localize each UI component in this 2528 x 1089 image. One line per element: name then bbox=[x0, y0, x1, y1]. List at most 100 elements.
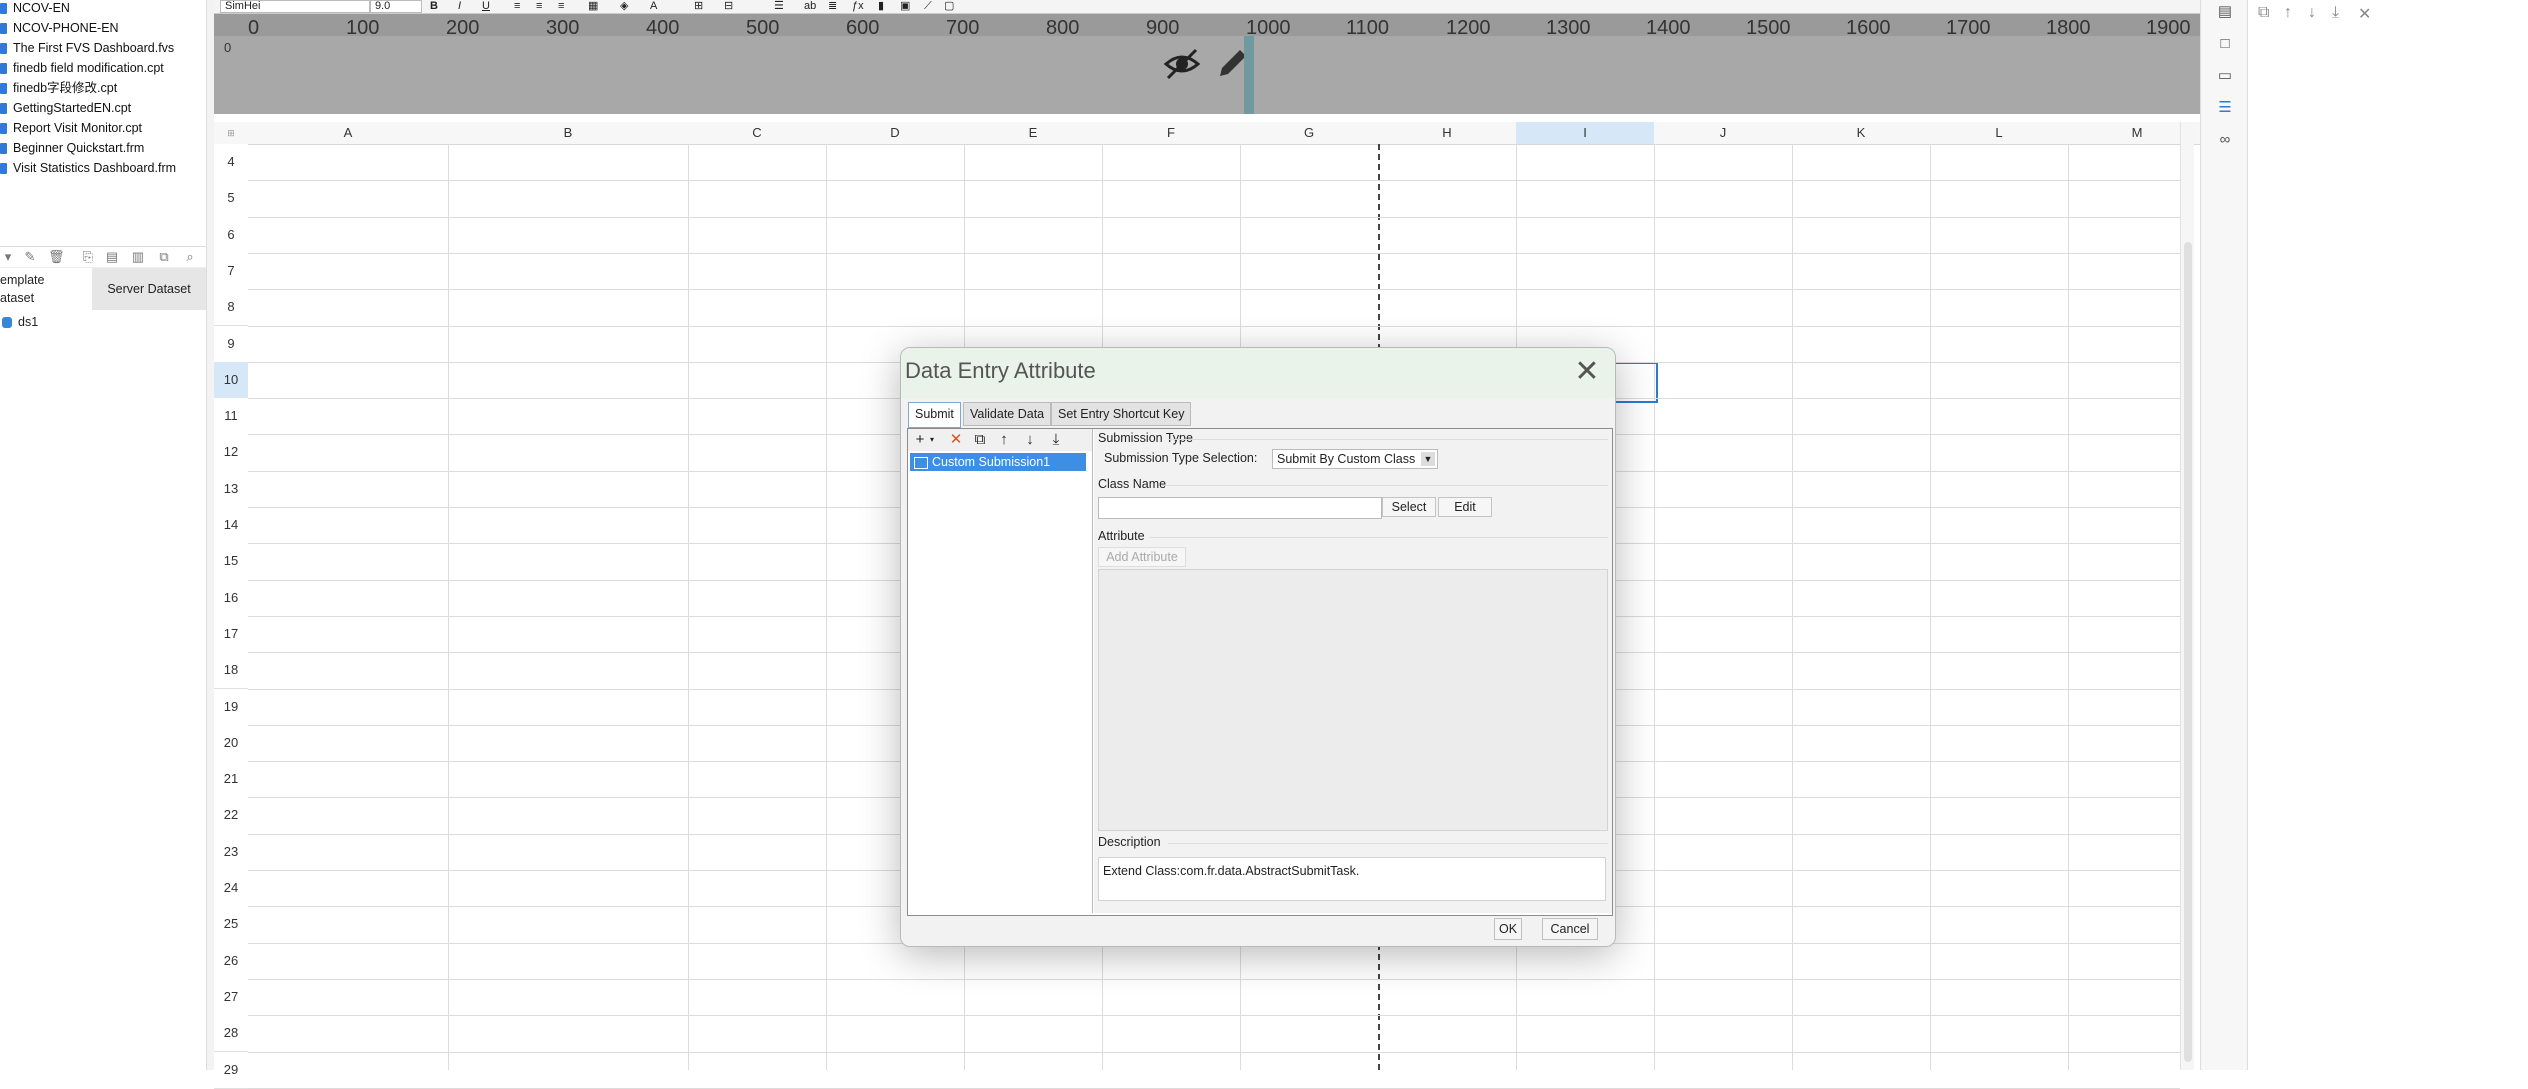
align-center-icon[interactable]: ≡ bbox=[536, 0, 542, 13]
font-color-icon[interactable]: A bbox=[650, 0, 657, 13]
row-header[interactable]: 6 bbox=[214, 216, 248, 254]
move-bottom-icon[interactable]: ⤓ bbox=[1046, 431, 1066, 449]
column-header[interactable]: E bbox=[964, 122, 1103, 145]
align-left-icon[interactable]: ≡ bbox=[514, 0, 520, 13]
delete-icon[interactable]: ✕ bbox=[946, 431, 966, 449]
arrow-down-icon[interactable]: ↓ bbox=[1020, 431, 1040, 449]
align-right-icon[interactable]: ≡ bbox=[558, 0, 564, 13]
formula-icon[interactable]: ƒx bbox=[852, 0, 864, 13]
arrow-up-icon[interactable]: ↑ bbox=[994, 431, 1014, 449]
submission-list-item[interactable]: Custom Submission1 bbox=[910, 453, 1086, 471]
row-header[interactable]: 18 bbox=[214, 652, 248, 690]
hyperlink-icon[interactable]: ∞ bbox=[2215, 130, 2235, 150]
tab-server-dataset[interactable]: Server Dataset bbox=[92, 268, 206, 310]
select-all-corner[interactable]: ⊞ bbox=[214, 122, 249, 145]
dropdown-arrow-icon[interactable]: ▾ bbox=[0, 249, 16, 265]
tab-template-dataset[interactable]: emplate ataset bbox=[0, 268, 92, 313]
cell-element-icon[interactable]: □ bbox=[2215, 34, 2235, 54]
row-header[interactable]: 16 bbox=[214, 579, 248, 617]
row-header[interactable]: 20 bbox=[214, 724, 248, 763]
text-icon[interactable]: ab bbox=[804, 0, 816, 13]
column-header[interactable]: C bbox=[688, 122, 827, 145]
trash-icon[interactable]: 🗑 bbox=[48, 249, 65, 265]
bold-button[interactable]: B bbox=[430, 0, 438, 13]
row-header[interactable]: 10 bbox=[214, 361, 248, 400]
vertical-scrollbar[interactable] bbox=[2180, 122, 2194, 1070]
column-header[interactable]: B bbox=[448, 122, 689, 145]
class-name-input[interactable] bbox=[1098, 497, 1382, 519]
column-header[interactable]: G bbox=[1240, 122, 1379, 145]
copy-icon[interactable]: ⧉ bbox=[2258, 4, 2269, 22]
file-tree-item[interactable]: finedb field modification.cpt bbox=[0, 58, 164, 78]
file-tree-item[interactable]: GettingStartedEN.cpt bbox=[0, 98, 131, 118]
tab-validate-data[interactable]: Validate Data bbox=[963, 402, 1052, 426]
merge-cell-icon[interactable]: ⊞ bbox=[694, 0, 703, 13]
row-header[interactable]: 21 bbox=[214, 761, 248, 799]
submission-type-select[interactable]: Submit By Custom Class ▼ bbox=[1272, 449, 1438, 469]
font-family-select[interactable]: SimHei bbox=[220, 0, 370, 13]
row-header[interactable]: 7 bbox=[214, 252, 248, 291]
column-header[interactable]: I bbox=[1516, 122, 1655, 145]
preview-icon[interactable]: ⎘ bbox=[80, 249, 96, 265]
row-header[interactable]: 12 bbox=[214, 434, 248, 472]
row-header[interactable]: 26 bbox=[214, 942, 248, 980]
column-header[interactable]: D bbox=[826, 122, 965, 145]
ok-button[interactable]: OK bbox=[1494, 918, 1522, 940]
scrollbar-thumb[interactable] bbox=[2184, 242, 2192, 1062]
border-icon[interactable]: ▦ bbox=[588, 0, 598, 13]
underline-button[interactable]: U bbox=[482, 0, 490, 13]
cancel-button[interactable]: Cancel bbox=[1542, 918, 1598, 940]
edit-button[interactable]: Edit bbox=[1438, 497, 1492, 517]
insert-row-icon[interactable]: ☰ bbox=[774, 0, 784, 13]
subreport-icon[interactable]: ▢ bbox=[944, 0, 954, 13]
arrow-down-icon[interactable]: ↓ bbox=[2308, 4, 2316, 22]
dialog-title-bar[interactable]: Data Entry Attribute ✕ bbox=[901, 348, 1615, 398]
rich-text-icon[interactable]: ≣ bbox=[828, 0, 837, 13]
column-header[interactable]: K bbox=[1792, 122, 1931, 145]
file-tree-item[interactable]: Visit Statistics Dashboard.frm bbox=[0, 158, 176, 178]
copy-icon[interactable]: ⧉ bbox=[156, 249, 172, 265]
row-header[interactable]: 13 bbox=[214, 470, 248, 508]
eye-off-icon[interactable] bbox=[1162, 44, 1202, 84]
column-header[interactable]: F bbox=[1102, 122, 1241, 145]
row-header[interactable]: 22 bbox=[214, 797, 248, 835]
row-header[interactable]: 9 bbox=[214, 325, 248, 363]
attribute-list[interactable] bbox=[1098, 569, 1608, 831]
file-tree-item[interactable]: Beginner Quickstart.frm bbox=[0, 138, 144, 158]
close-icon[interactable]: ✕ bbox=[1569, 354, 1605, 390]
widget-settings-icon[interactable]: ▭ bbox=[2215, 66, 2235, 86]
file-tree-item[interactable]: Report Visit Monitor.cpt bbox=[0, 118, 142, 138]
row-header[interactable]: 29 bbox=[214, 1051, 248, 1089]
row-header[interactable]: 27 bbox=[214, 978, 248, 1017]
row-header[interactable]: 8 bbox=[214, 289, 248, 327]
row-header[interactable]: 24 bbox=[214, 870, 248, 908]
move-bottom-icon[interactable]: ⤓ bbox=[2332, 4, 2339, 22]
row-header[interactable]: 25 bbox=[214, 906, 248, 944]
arrow-up-icon[interactable]: ↑ bbox=[2284, 4, 2292, 22]
fill-color-icon[interactable]: ◈ bbox=[620, 0, 628, 13]
row-header[interactable]: 23 bbox=[214, 833, 248, 871]
file-tree-item[interactable]: NCOV-PHONE-EN bbox=[0, 18, 119, 38]
dataset-item-ds1[interactable]: ds1 bbox=[0, 312, 200, 332]
font-size-select[interactable]: 9.0 bbox=[370, 0, 422, 13]
column-header[interactable]: H bbox=[1378, 122, 1517, 145]
add-attribute-button[interactable]: Add Attribute bbox=[1098, 547, 1186, 567]
server-dataset-icon[interactable]: ▥ bbox=[130, 249, 146, 265]
file-tree-item[interactable]: finedb字段修改.cpt bbox=[0, 78, 117, 98]
row-header[interactable]: 15 bbox=[214, 543, 248, 581]
cell-properties-icon[interactable]: ▤ bbox=[2215, 2, 2235, 22]
chart-icon[interactable]: ▮ bbox=[878, 0, 884, 13]
row-header[interactable]: 14 bbox=[214, 507, 248, 545]
row-header[interactable]: 28 bbox=[214, 1015, 248, 1053]
panel-splitter[interactable] bbox=[206, 0, 214, 1070]
row-header[interactable]: 19 bbox=[214, 688, 248, 726]
chevron-down-icon[interactable]: ▾ bbox=[922, 431, 942, 449]
column-header[interactable]: A bbox=[248, 122, 449, 145]
image-icon[interactable]: ▣ bbox=[900, 0, 910, 13]
row-header[interactable]: 5 bbox=[214, 180, 248, 218]
column-header[interactable]: L bbox=[1930, 122, 2069, 145]
copy-icon[interactable]: ⧉ bbox=[970, 431, 990, 449]
ruler-position-marker[interactable] bbox=[1244, 36, 1254, 114]
file-tree-item[interactable]: NCOV-EN bbox=[0, 0, 70, 18]
select-button[interactable]: Select bbox=[1382, 497, 1436, 517]
